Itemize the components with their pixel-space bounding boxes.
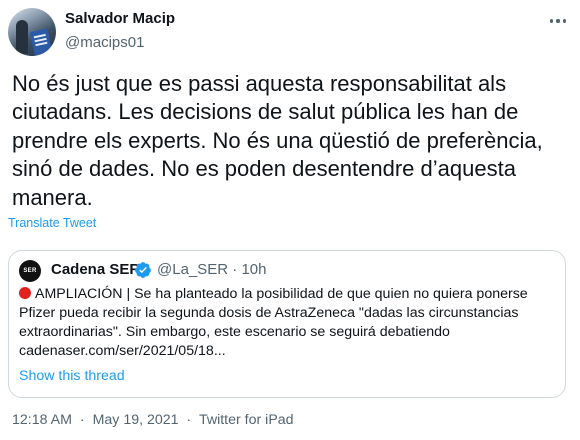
meta-separator: · (186, 412, 192, 428)
translate-tweet-link[interactable]: Translate Tweet (8, 216, 96, 230)
tweet-source[interactable]: Twitter for iPad (199, 412, 294, 428)
tweet-date[interactable]: May 19, 2021 (93, 412, 179, 428)
tweet-text: No és just que es passi aquesta responsa… (12, 71, 543, 210)
more-icon-dot (562, 19, 567, 23)
meta-separator: · (79, 412, 85, 428)
tweet-meta: 12:18 AM · May 19, 2021 · Twitter for iP… (12, 412, 294, 428)
author-name[interactable]: Salvador Macip (65, 10, 175, 27)
tweet-time[interactable]: 12:18 AM (12, 412, 72, 428)
more-icon-dot (556, 19, 560, 23)
red-circle-icon (19, 287, 31, 299)
quoted-tweet-text: AMPLIACIÓN | Se ha planteado la posibili… (19, 286, 528, 359)
quoted-author-avatar[interactable]: SER (19, 260, 41, 282)
quoted-avatar-logo-text: SER (23, 268, 37, 274)
author-avatar[interactable] (8, 8, 56, 56)
quoted-time[interactable]: 10h (241, 261, 266, 278)
author-handle[interactable]: @macips01 (65, 34, 144, 51)
show-thread-link[interactable]: Show this thread (19, 368, 125, 384)
avatar-book (29, 28, 53, 56)
verified-badge-icon (135, 262, 151, 278)
quoted-meta: @La_SER · 10h (157, 261, 266, 278)
more-options-button[interactable] (545, 10, 571, 32)
quoted-separator: · (232, 261, 238, 278)
quoted-author-handle[interactable]: @La_SER (157, 261, 228, 278)
quoted-tweet-card[interactable]: SER Cadena SER @La_SER · 10h AMPLIACIÓN … (8, 250, 566, 398)
more-icon (549, 19, 554, 23)
quoted-tweet-body: AMPLIACIÓN | Se ha planteado la posibili… (19, 285, 559, 361)
quoted-author-name[interactable]: Cadena SER (51, 261, 140, 278)
avatar-figure (16, 20, 28, 54)
